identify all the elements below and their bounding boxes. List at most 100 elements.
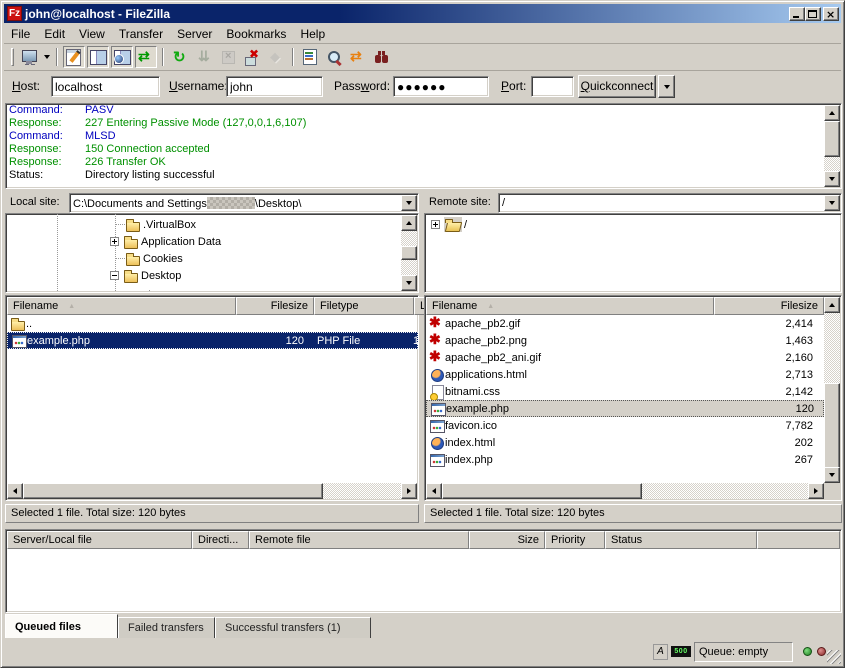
toggle-transfer-queue-button[interactable] — [135, 46, 157, 68]
menu-server[interactable]: Server — [170, 25, 219, 43]
abort-button[interactable] — [265, 46, 287, 68]
file-row[interactable]: bitnami.css2,142 — [426, 383, 824, 400]
scroll-right-button[interactable] — [808, 483, 824, 499]
queue-column-size[interactable]: Size — [469, 531, 545, 549]
minimize-button[interactable] — [789, 7, 805, 21]
port-input[interactable] — [531, 76, 574, 97]
file-row[interactable]: example.php120 — [426, 400, 824, 417]
file-size-cell: 2,414 — [712, 315, 822, 332]
menu-edit[interactable]: Edit — [37, 25, 72, 43]
remote-path-dropdown[interactable] — [824, 195, 840, 211]
disconnect-button[interactable] — [241, 46, 263, 68]
local-list-hscrollbar[interactable] — [7, 483, 417, 499]
close-button[interactable]: × — [823, 7, 839, 21]
process-queue-button[interactable] — [193, 46, 215, 68]
quickconnect-button[interactable]: Quickconnect — [578, 75, 656, 98]
queue-column-directi[interactable]: Directi... — [192, 531, 249, 549]
tree-item[interactable]: Application Data — [110, 233, 223, 250]
tree-item[interactable]: / — [431, 216, 469, 233]
remote-list-hscrollbar[interactable] — [426, 483, 824, 499]
file-row[interactable]: example.php120PHP File1 — [7, 332, 418, 349]
sort-ascending-icon: ▲ — [487, 303, 494, 310]
scrollbar-thumb[interactable] — [824, 121, 840, 157]
file-row[interactable]: apache_pb2_ani.gif2,160 — [426, 349, 824, 366]
scrollbar-thumb[interactable] — [442, 483, 642, 499]
tab-failed-transfers[interactable]: Failed transfers — [118, 617, 215, 638]
scroll-down-button[interactable] — [401, 275, 417, 291]
menu-transfer[interactable]: Transfer — [112, 25, 170, 43]
queue-column-priority[interactable]: Priority — [545, 531, 605, 549]
username-input[interactable] — [226, 76, 323, 97]
remote-path-combo[interactable]: / — [498, 193, 842, 213]
file-row[interactable]: .. — [7, 315, 418, 332]
tree-item[interactable]: .VirtualBox — [125, 216, 198, 233]
toggle-message-log-button[interactable] — [63, 46, 85, 68]
local-path-combo[interactable]: C:\Documents and Settings\Desktop\ — [69, 193, 419, 213]
scrollbar-thumb[interactable] — [23, 483, 323, 499]
column-header-filesize[interactable]: Filesize — [236, 297, 314, 315]
column-header-filename[interactable]: Filename▲ — [7, 297, 236, 315]
menu-help[interactable]: Help — [293, 25, 332, 43]
refresh-button[interactable] — [169, 46, 191, 68]
find-files-button[interactable] — [371, 46, 393, 68]
local-path-dropdown[interactable] — [401, 195, 417, 211]
toggle-local-tree-button[interactable] — [87, 46, 109, 68]
resize-grip[interactable] — [827, 650, 841, 664]
tab-queued-files[interactable]: Queued files — [5, 614, 118, 638]
tree-item[interactable]: Cookies — [125, 250, 185, 267]
app-icon[interactable]: Fz — [7, 6, 22, 21]
file-row[interactable]: index.php267 — [426, 451, 824, 468]
log-scrollbar[interactable] — [824, 105, 840, 187]
scroll-up-button[interactable] — [401, 215, 417, 231]
scroll-right-button[interactable] — [401, 483, 417, 499]
host-input[interactable] — [51, 76, 160, 97]
menu-bookmarks[interactable]: Bookmarks — [219, 25, 293, 43]
scroll-left-button[interactable] — [7, 483, 23, 499]
scrollbar-thumb[interactable] — [401, 246, 417, 260]
speed-limit-icon[interactable]: 500 — [671, 646, 691, 657]
menu-view[interactable]: View — [72, 25, 112, 43]
expand-icon[interactable] — [110, 237, 119, 246]
menu-bar: FileEditViewTransferServerBookmarksHelp — [4, 24, 841, 43]
queue-column-status[interactable]: Status — [605, 531, 757, 549]
site-manager-button[interactable] — [18, 46, 40, 68]
column-header-filesize[interactable]: Filesize — [714, 297, 824, 315]
file-row[interactable]: favicon.ico7,782 — [426, 417, 824, 434]
directory-filters-button[interactable] — [299, 46, 321, 68]
file-row[interactable]: apache_pb2.gif2,414 — [426, 315, 824, 332]
column-header-filetype[interactable]: Filetype — [314, 297, 414, 315]
cancel-operation-button[interactable] — [217, 46, 239, 68]
tree-item[interactable]: Desktop — [110, 267, 183, 284]
file-row[interactable]: applications.html2,713 — [426, 366, 824, 383]
tab-successful-transfers-1-[interactable]: Successful transfers (1) — [215, 617, 371, 638]
column-header-label: Status — [611, 534, 642, 546]
scroll-up-button[interactable] — [824, 105, 840, 121]
transfer-type-icon[interactable]: A — [653, 644, 668, 660]
site-manager-dropdown[interactable] — [41, 46, 52, 68]
file-row[interactable]: index.html202 — [426, 434, 824, 451]
file-size: 202 — [795, 437, 813, 449]
password-input[interactable] — [393, 76, 489, 97]
expand-icon[interactable] — [431, 220, 440, 229]
local-tree-scrollbar[interactable] — [401, 215, 417, 291]
scroll-down-button[interactable] — [824, 171, 840, 187]
scrollbar-thumb[interactable] — [824, 383, 840, 469]
column-header-filename[interactable]: Filename▲ — [426, 297, 714, 315]
menu-file[interactable]: File — [4, 25, 37, 43]
maximize-button[interactable] — [805, 7, 821, 21]
directory-comparison-button[interactable] — [323, 46, 345, 68]
file-row[interactable]: apache_pb2.png1,463 — [426, 332, 824, 349]
synchronized-browsing-button[interactable] — [347, 46, 369, 68]
remote-list-vscrollbar[interactable] — [824, 297, 840, 483]
censored-username — [207, 197, 255, 209]
scroll-up-button[interactable] — [824, 297, 840, 313]
log-line-text: MLSD — [85, 130, 116, 143]
scroll-down-button[interactable] — [824, 467, 840, 483]
toggle-remote-tree-button[interactable] — [111, 46, 133, 68]
quickconnect-dropdown[interactable] — [658, 75, 675, 98]
queue-column-serverlocalfile[interactable]: Server/Local file — [7, 531, 192, 549]
queue-column-remotefile[interactable]: Remote file — [249, 531, 469, 549]
collapse-icon[interactable] — [110, 271, 119, 280]
send-indicator-led — [817, 647, 826, 656]
scroll-left-button[interactable] — [426, 483, 442, 499]
